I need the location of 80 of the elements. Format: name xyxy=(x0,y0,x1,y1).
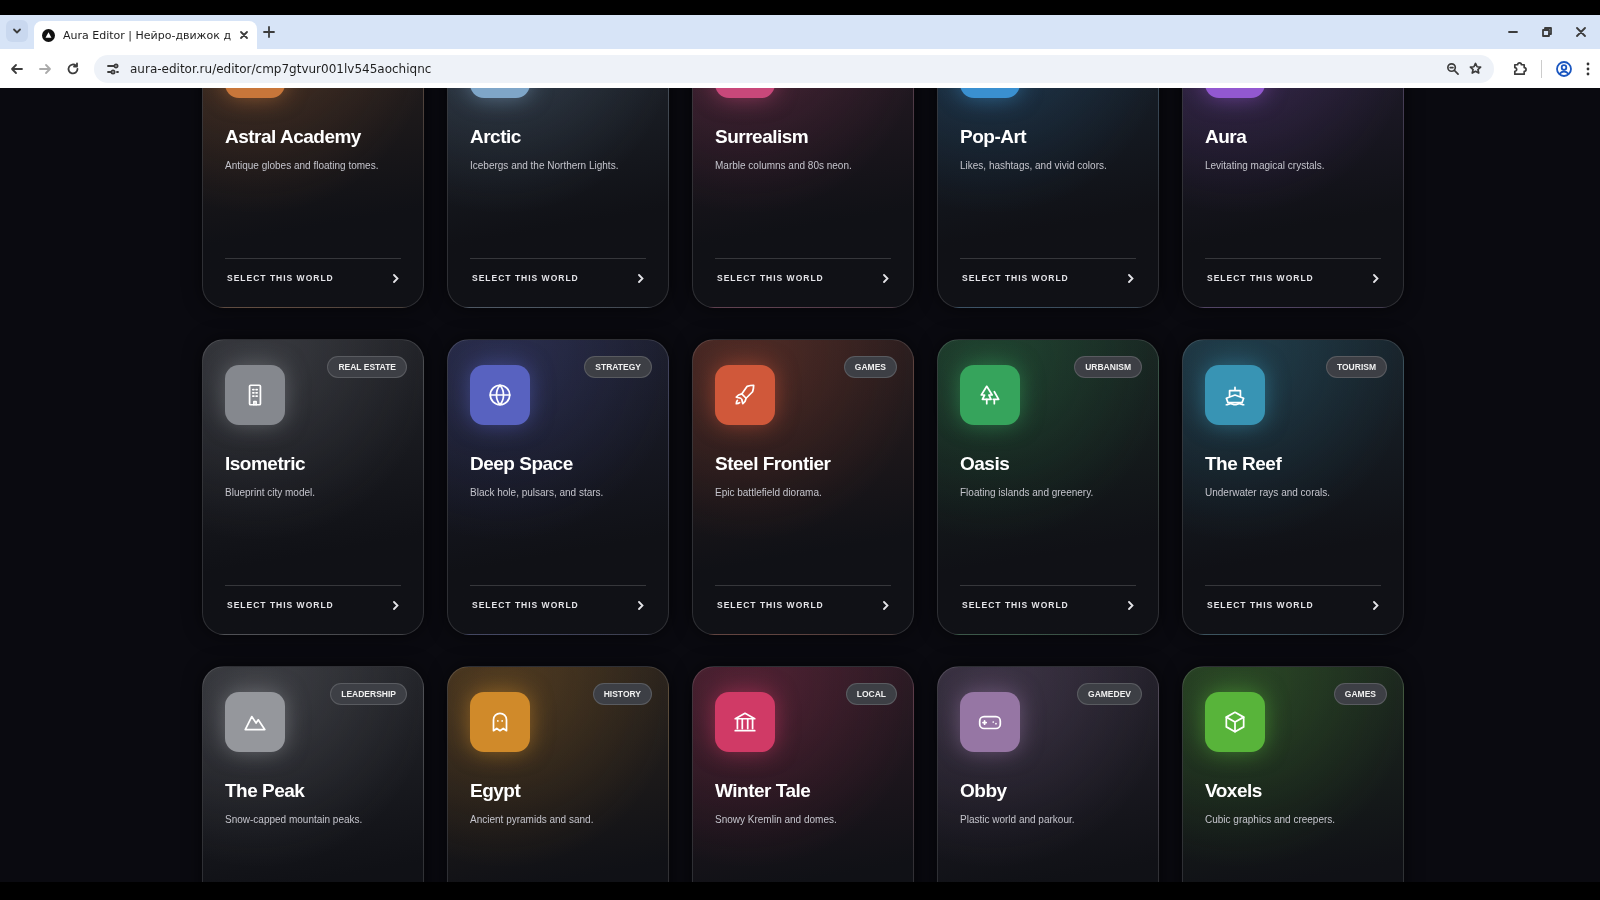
world-title: Aura xyxy=(1205,126,1248,148)
category-tag: REAL ESTATE xyxy=(327,356,407,378)
category-tag: LEADERSHIP xyxy=(330,683,407,705)
world-title: Voxels xyxy=(1205,780,1263,802)
world-title: Oasis xyxy=(960,453,1011,475)
world-description: Cubic graphics and creepers. xyxy=(1205,814,1337,825)
close-icon[interactable] xyxy=(1576,27,1586,37)
category-tag: STRATEGY xyxy=(584,356,652,378)
select-world-button[interactable]: SELECT THIS WORLD xyxy=(960,586,1136,624)
world-description: Underwater rays and corals. xyxy=(1205,487,1332,498)
menu-icon[interactable] xyxy=(1586,61,1590,76)
globe-icon xyxy=(487,382,513,408)
url-text: aura-editor.ru/editor/cmp7gtvur001lv545aochiqnc xyxy=(130,61,433,76)
category-tag: HISTORY xyxy=(592,683,652,705)
world-description: Floating islands and greenery. xyxy=(960,487,1095,498)
chevron-icon xyxy=(638,600,644,610)
select-world-button[interactable]: SELECT THIS WORLD xyxy=(960,259,1136,297)
world-description: Marble columns and 80s neon. xyxy=(715,160,853,171)
select-world-button[interactable]: SELECT THIS WORLD xyxy=(470,586,646,624)
world-title: Arctic xyxy=(470,126,522,148)
world-description: Icebergs and the Northern Lights. xyxy=(470,160,620,171)
category-tag: GAMES xyxy=(843,356,897,378)
world-title: Deep Space xyxy=(470,453,574,475)
select-world-button[interactable]: SELECT THIS WORLD xyxy=(1205,259,1381,297)
chevron-icon xyxy=(883,273,889,283)
world-description: Epic battlefield diorama. xyxy=(715,487,823,498)
world-description: Black hole, pulsars, and stars. xyxy=(470,487,605,498)
tab-list-button[interactable] xyxy=(6,19,28,42)
restore-icon[interactable] xyxy=(1542,27,1552,37)
profile-icon[interactable] xyxy=(1556,60,1572,77)
world-description: Levitating magical crystals. xyxy=(1205,160,1326,171)
chevron-icon xyxy=(393,600,399,610)
chevron-icon xyxy=(1128,273,1134,283)
star-icon[interactable] xyxy=(1469,62,1482,75)
cube-icon xyxy=(1222,709,1248,735)
world-title: The Reef xyxy=(1205,453,1283,475)
puzzle-icon[interactable] xyxy=(1512,61,1527,76)
world-title: The Peak xyxy=(225,780,306,802)
address-field[interactable]: aura-editor.ru/editor/cmp7gtvur001lv545aochiqnc xyxy=(94,54,1494,83)
world-title: Winter Tale xyxy=(715,780,812,802)
world-title: Obby xyxy=(960,780,1008,802)
world-title: Surrealism xyxy=(715,126,810,148)
world-title: Astral Academy xyxy=(225,126,362,148)
chevron-icon xyxy=(1128,600,1134,610)
new-tab-icon[interactable] xyxy=(263,26,275,38)
category-tag: TOURISM xyxy=(1325,356,1387,378)
select-world-button[interactable]: SELECT THIS WORLD xyxy=(470,259,646,297)
select-world-button[interactable]: SELECT THIS WORLD xyxy=(225,259,401,297)
rocket-icon xyxy=(732,382,758,408)
chevron-icon xyxy=(883,600,889,610)
category-tag: GAMEDEV xyxy=(1077,683,1142,705)
world-title: Egypt xyxy=(470,780,522,802)
world-title: Steel Frontier xyxy=(715,453,832,475)
world-title: Isometric xyxy=(225,453,306,475)
tab-title: Aura Editor | Нейро-движок д xyxy=(63,28,231,42)
browser-tab[interactable]: Aura Editor | Нейро-движок д xyxy=(34,21,257,49)
select-world-button[interactable]: SELECT THIS WORLD xyxy=(225,586,401,624)
world-description: Snowy Kremlin and domes. xyxy=(715,814,838,825)
world-description: Snow-capped mountain peaks. xyxy=(225,814,364,825)
category-tag: GAMES xyxy=(1333,683,1387,705)
reload-icon[interactable] xyxy=(66,61,80,76)
select-world-button[interactable]: SELECT THIS WORLD xyxy=(715,586,891,624)
world-description: Antique globes and floating tomes. xyxy=(225,160,380,171)
world-title: Pop-Art xyxy=(960,126,1028,148)
world-description: Blueprint city model. xyxy=(225,487,317,498)
site-settings-icon[interactable] xyxy=(106,61,120,76)
chevron-icon xyxy=(393,273,399,283)
chevron-icon xyxy=(1373,600,1379,610)
select-world-button[interactable]: SELECT THIS WORLD xyxy=(715,259,891,297)
world-description: Ancient pyramids and sand. xyxy=(470,814,595,825)
category-tag: URBANISM xyxy=(1074,356,1142,378)
world-description: Likes, hashtags, and vivid colors. xyxy=(960,160,1108,171)
world-description: Plastic world and parkour. xyxy=(960,814,1076,825)
chevron-icon xyxy=(1373,273,1379,283)
chevron-icon xyxy=(638,273,644,283)
back-icon[interactable] xyxy=(10,61,24,76)
zoom-icon[interactable] xyxy=(1446,62,1459,75)
close-icon[interactable] xyxy=(239,30,249,40)
select-world-button[interactable]: SELECT THIS WORLD xyxy=(1205,586,1381,624)
category-tag: LOCAL xyxy=(845,683,897,705)
